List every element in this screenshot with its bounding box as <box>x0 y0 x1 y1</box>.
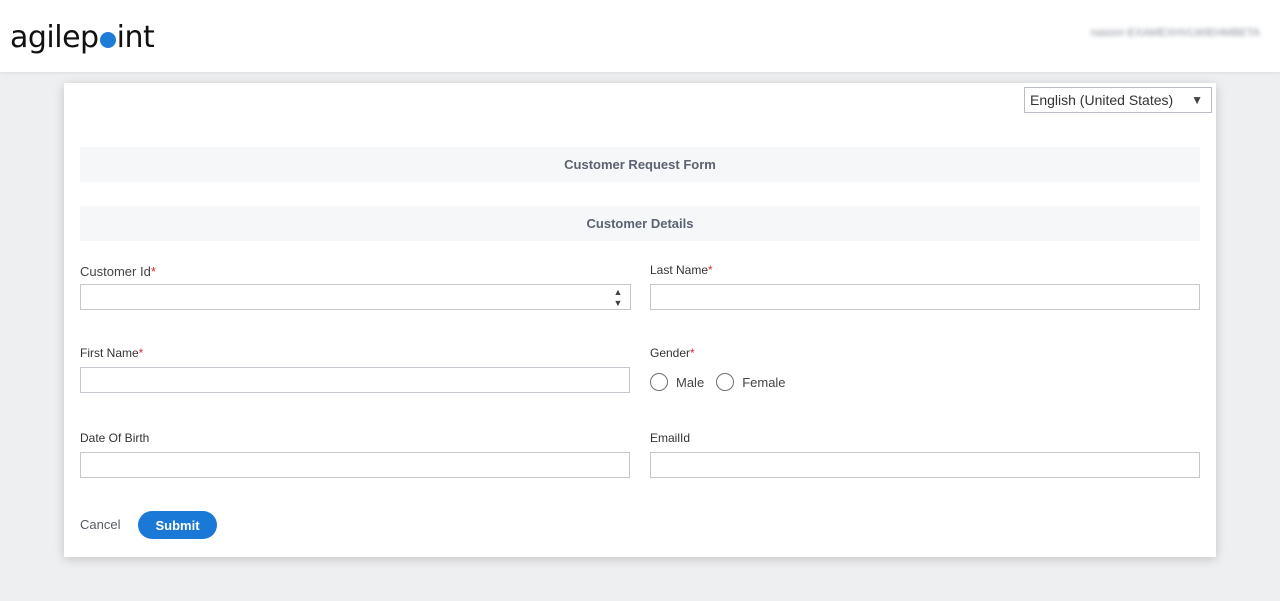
required-marker: * <box>150 264 156 279</box>
first-name-label-text: First Name <box>80 346 139 360</box>
form-card: English (United States) ▼ Customer Reque… <box>64 83 1216 557</box>
cancel-link[interactable]: Cancel <box>80 517 120 532</box>
first-name-label: First Name* <box>80 346 143 360</box>
gender-radio-group: Male Female <box>650 373 798 391</box>
submit-button[interactable]: Submit <box>138 511 217 539</box>
logo-text-right: int <box>116 19 155 55</box>
radio-male-label[interactable]: Male <box>676 375 704 390</box>
email-id-label-text: EmailId <box>650 431 691 445</box>
email-id-input[interactable] <box>650 452 1200 478</box>
required-marker: * <box>690 346 695 360</box>
language-select-value: English (United States) <box>1030 92 1174 108</box>
last-name-label: Last Name* <box>650 263 713 277</box>
agilepoint-logo[interactable]: agilep int <box>10 17 155 57</box>
radio-female-label[interactable]: Female <box>742 375 785 390</box>
customer-id-label-text: Customer Id <box>80 264 151 279</box>
first-name-input[interactable] <box>80 367 630 393</box>
form-title-bar: Customer Request Form <box>80 147 1200 182</box>
spinner-down-icon[interactable]: ▼ <box>612 298 624 309</box>
last-name-label-text: Last Name <box>650 263 709 277</box>
logo-text-left: agilep <box>10 19 99 55</box>
spinner-up-icon[interactable]: ▲ <box>612 287 624 298</box>
language-select[interactable]: English (United States) ▼ <box>1024 87 1212 113</box>
section-header-customer-details: Customer Details <box>80 206 1200 241</box>
required-marker: * <box>138 346 144 360</box>
date-of-birth-input[interactable] <box>80 452 630 478</box>
radio-female[interactable] <box>716 373 735 391</box>
customer-id-label: Customer Id* <box>80 264 156 279</box>
email-id-label: EmailId <box>650 431 690 445</box>
user-name[interactable]: nasonr-EXAMEXHVLWIEHMBETA <box>1090 27 1260 39</box>
caret-down-icon: ▼ <box>1191 93 1203 107</box>
section-title: Customer Details <box>586 216 694 231</box>
top-bar: agilep int nasonr-EXAMEXHVLWIEHMBETA <box>0 0 1280 72</box>
gender-label-text: Gender <box>650 346 691 360</box>
customer-id-input[interactable]: ▲ ▼ <box>80 284 631 310</box>
form-title: Customer Request Form <box>564 157 716 172</box>
radio-male[interactable] <box>650 373 668 391</box>
number-spinner[interactable]: ▲ ▼ <box>612 287 624 309</box>
date-of-birth-label-text: Date Of Birth <box>80 431 150 445</box>
logo-dot-icon <box>99 32 116 48</box>
gender-label: Gender* <box>650 346 695 360</box>
date-of-birth-label: Date Of Birth <box>80 431 149 445</box>
last-name-input[interactable] <box>650 284 1200 310</box>
required-marker: * <box>708 263 713 277</box>
